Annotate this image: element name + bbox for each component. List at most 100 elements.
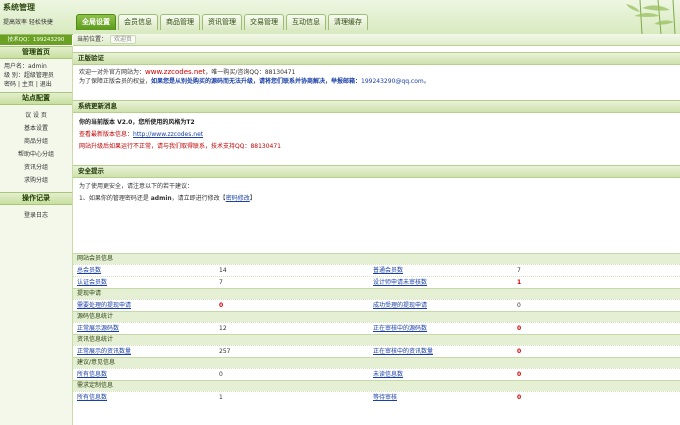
stat-value: 12 xyxy=(219,325,227,332)
stat-group-title: 资讯信息统计 xyxy=(73,334,680,345)
sidebar-item-news-groups[interactable]: 资讯分组 xyxy=(0,161,72,174)
system-subtitle: 提高效率 轻松快捷 xyxy=(3,19,53,26)
table-row: 正常展示的资讯数量 257 正在审核中的资讯数量 0 xyxy=(73,345,680,357)
breadcrumb: 当前位置： 欢迎页 xyxy=(73,34,680,46)
sidebar-head-admin: 管理首页 xyxy=(0,46,72,59)
section-security-title: 安全提示 xyxy=(73,165,680,178)
table-row: 所有信息数 0 未读信息数 0 xyxy=(73,368,680,380)
separator: | xyxy=(17,81,20,88)
section-legal-body: 欢迎一对外官方网站为：www.zzcodes.net，唯一购买/咨询QQ：881… xyxy=(73,65,680,95)
user-info: 用户名：admin 级 别：超级管理员 密码 | 主页 | 退出 xyxy=(0,59,72,92)
sidebar-item-welcome[interactable]: 议 设 页 xyxy=(0,109,72,122)
stat-value: 257 xyxy=(219,348,231,355)
stat-value: 7 xyxy=(517,267,521,274)
stat-value: 0 xyxy=(517,371,522,378)
table-row: 总会员数 14 普通会员数 7 xyxy=(73,264,680,276)
legal-line2-pre: 为了保障正版会员的权益， xyxy=(79,78,152,85)
stat-label[interactable]: 总会员数 xyxy=(77,265,101,276)
support-qq: 技术QQ：199243290 xyxy=(0,35,72,45)
tab-members[interactable]: 会员信息 xyxy=(118,14,158,30)
logout-link[interactable]: 退出 xyxy=(40,81,52,88)
breadcrumb-label: 当前位置： xyxy=(77,36,108,43)
security-tip-post: 】 xyxy=(249,195,256,202)
stat-group-title: 提现申请 xyxy=(73,288,680,299)
sidebar: 管理首页 用户名：admin 级 别：超级管理员 密码 | 主页 | 退出 站点… xyxy=(0,46,73,425)
upgrade-note: 网站升级后如果运行不正常，请与我们取得联系，技术支持QQ：88130471 xyxy=(79,143,281,150)
stat-value: 7 xyxy=(219,279,223,286)
section-legal-title: 正版验证 xyxy=(73,52,680,65)
security-tip-mid: ，请立即进行修改【 xyxy=(171,195,226,202)
official-site-link[interactable]: www.zzcodes.net xyxy=(145,68,205,76)
stat-label[interactable]: 所有信息数 xyxy=(77,369,107,380)
sidebar-item-product-groups[interactable]: 商品分组 xyxy=(0,135,72,148)
sidebar-item-help-groups[interactable]: 帮助中心分组 xyxy=(0,148,72,161)
stat-value: 0 xyxy=(517,302,521,309)
level-value: 超级管理员 xyxy=(23,72,54,79)
sidebar-head-log: 操作记录 xyxy=(0,192,72,205)
sidebar-item-purchase-groups[interactable]: 求购分组 xyxy=(0,174,72,187)
sidebar-item-login-log[interactable]: 登录日志 xyxy=(0,209,72,222)
stat-label[interactable]: 正常展示源码数 xyxy=(77,323,119,334)
bamboo-decoration-icon xyxy=(626,0,676,34)
user-value: admin xyxy=(28,63,47,70)
stat-label[interactable]: 未读信息数 xyxy=(373,369,403,380)
tab-global-settings[interactable]: 全局设置 xyxy=(76,14,116,30)
section-update-body: 你的当前版本 V2.0，您所使用的风格为T2 查看最新版本信息：http://w… xyxy=(73,113,680,162)
stat-label[interactable]: 所有信息数 xyxy=(77,392,107,403)
stat-value: 14 xyxy=(219,267,227,274)
report-email[interactable]: 199243290@qq.com。 xyxy=(361,78,430,85)
stat-group-title: 建议/意见信息 xyxy=(73,357,680,368)
user-label: 用户名： xyxy=(4,63,29,70)
stat-label[interactable]: 需要处理的提现申请 xyxy=(77,300,131,311)
table-row: 需要处理的提现申请 0 成功受理的提现申请 0 xyxy=(73,299,680,311)
stat-value: 0 xyxy=(517,325,522,332)
table-row: 所有信息数 1 等待审核 0 xyxy=(73,391,680,403)
version-line: 你的当前版本 V2.0，您所使用的风格为T2 xyxy=(79,119,195,126)
level-label: 级 别： xyxy=(4,72,24,79)
tab-interaction[interactable]: 互动信息 xyxy=(286,14,326,30)
table-row: 认证会员数 7 设计师申请未审核数 1 xyxy=(73,276,680,288)
password-link[interactable]: 密码 xyxy=(4,81,16,88)
system-title: 系统管理 xyxy=(3,3,35,12)
latest-version-link[interactable]: http://www.zzcodes.net xyxy=(133,131,203,138)
separator: | xyxy=(35,81,38,88)
stat-label[interactable]: 正在审核中的源码数 xyxy=(373,323,427,334)
stats-table: 网站会员信息 总会员数 14 普通会员数 7 认证会员数 7 设计师申请未审核数… xyxy=(73,253,680,403)
legal-line1-pre: 欢迎一对外官方网站为： xyxy=(79,69,146,76)
change-password-link[interactable]: 密码修改 xyxy=(226,195,250,202)
tab-trades[interactable]: 交易管理 xyxy=(244,14,284,30)
stat-label[interactable]: 普通会员数 xyxy=(373,265,403,276)
stat-group-title: 网站会员信息 xyxy=(73,253,680,264)
section-security-body: 为了使用更安全，请注意以下的若干建议： 1、如果你的管理密码还是 admin，请… xyxy=(73,178,680,208)
stat-group-title: 源码信息统计 xyxy=(73,311,680,322)
stat-label[interactable]: 设计师申请未审核数 xyxy=(373,277,427,288)
stat-group-title: 需求定制信息 xyxy=(73,380,680,391)
security-tip-pre: 1、如果你的管理密码还是 xyxy=(79,195,151,202)
stat-value: 1 xyxy=(517,279,522,286)
stat-value: 0 xyxy=(219,302,224,309)
latest-version-label: 查看最新版本信息： xyxy=(79,131,134,138)
legal-line2-bold: 如果您是从别处购买的源码而无法升级，请将您们联系并协商解决，举报邮箱： xyxy=(151,78,362,85)
stat-value: 0 xyxy=(517,348,522,355)
legal-line1-post: ，唯一购买/咨询QQ：88130471 xyxy=(205,69,296,76)
tab-products[interactable]: 商品管理 xyxy=(160,14,200,30)
stat-value: 0 xyxy=(219,371,223,378)
stat-value: 1 xyxy=(219,394,223,401)
home-link[interactable]: 主页 xyxy=(22,81,34,88)
stat-label[interactable]: 正常展示的资讯数量 xyxy=(77,346,131,357)
main-nav: 全局设置 会员信息 商品管理 资讯管理 交易管理 互动信息 清理缓存 xyxy=(76,14,370,32)
tab-news[interactable]: 资讯管理 xyxy=(202,14,242,30)
table-row: 正常展示源码数 12 正在审核中的源码数 0 xyxy=(73,322,680,334)
stat-label[interactable]: 认证会员数 xyxy=(77,277,107,288)
stat-label[interactable]: 等待审核 xyxy=(373,392,397,403)
stat-label[interactable]: 成功受理的提现申请 xyxy=(373,300,427,311)
stat-label[interactable]: 正在审核中的资讯数量 xyxy=(373,346,433,357)
breadcrumb-current[interactable]: 欢迎页 xyxy=(110,35,137,44)
main-content: 当前位置： 欢迎页 正版验证 欢迎一对外官方网站为：www.zzcodes.net… xyxy=(73,34,680,425)
sidebar-item-basic-settings[interactable]: 基本设置 xyxy=(0,122,72,135)
section-update-title: 系统更新消息 xyxy=(73,100,680,113)
stat-value: 0 xyxy=(517,394,522,401)
security-intro: 为了使用更安全，请注意以下的若干建议： xyxy=(79,183,194,190)
security-tip-admin: admin xyxy=(150,195,172,202)
tab-clear-cache[interactable]: 清理缓存 xyxy=(328,14,368,30)
